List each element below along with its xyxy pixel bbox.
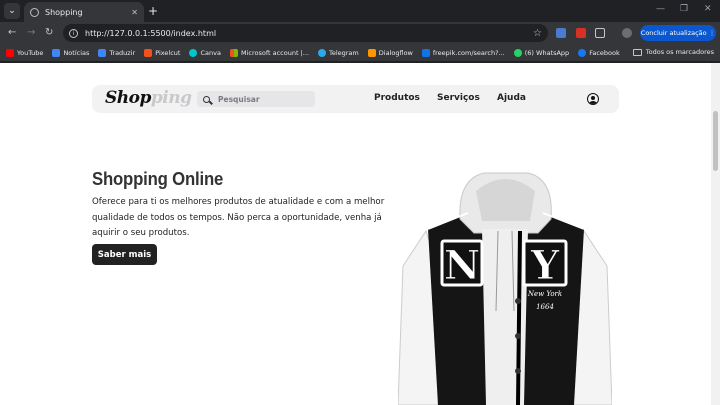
back-icon[interactable]: ← xyxy=(8,26,16,40)
globe-icon xyxy=(30,7,39,17)
user-head xyxy=(591,96,595,100)
extension-pdf-icon[interactable] xyxy=(576,28,586,38)
bookmark-label: Microsoft account |... xyxy=(240,48,309,57)
dialogflow-icon xyxy=(367,48,376,57)
address-bar[interactable]: i http://127.0.0.1:5500/index.html ☆ xyxy=(63,24,548,42)
nav-link-produtos[interactable]: Produtos xyxy=(374,93,420,103)
freepik-icon xyxy=(421,48,430,57)
folder-icon xyxy=(632,48,642,56)
nav-link-ajuda[interactable]: Ajuda xyxy=(497,93,526,103)
bookmark-freepik[interactable]: freepik.com/search?... xyxy=(421,48,505,57)
update-button[interactable]: Concluir atualização ⋮ xyxy=(640,25,716,41)
bookmark-pixelcut[interactable]: Pixelcut xyxy=(144,48,181,57)
hero-description: Oferece para ti os melhores produtos de … xyxy=(92,197,385,238)
jacket-script: New York xyxy=(527,290,562,298)
bookmark-star-icon[interactable]: ☆ xyxy=(533,28,542,39)
reload-icon[interactable]: ↻ xyxy=(45,26,53,40)
page-viewport: Shopping Produtos Serviços Ajuda Shoppin… xyxy=(0,63,720,405)
search-icon xyxy=(203,95,210,103)
bookmark-label: Telegram xyxy=(328,48,359,57)
bookmark-label: freepik.com/search?... xyxy=(432,48,505,57)
site-navbar: Shopping Produtos Serviços Ajuda xyxy=(92,85,619,113)
bookmark-label: (6) WhatsApp xyxy=(524,48,570,57)
whatsapp-icon xyxy=(513,48,522,57)
bookmark-microsoft[interactable]: Microsoft account |... xyxy=(229,48,309,57)
maximize-icon[interactable]: ❐ xyxy=(680,4,688,14)
all-bookmarks[interactable]: Todos os marcadores xyxy=(632,48,714,56)
saber-mais-button[interactable]: Saber mais xyxy=(92,244,157,265)
page-scrollbar[interactable] xyxy=(711,63,720,405)
bookmark-whatsapp[interactable]: (6) WhatsApp xyxy=(513,48,570,57)
news-icon xyxy=(52,48,61,57)
bookmark-label: Notícias xyxy=(63,48,90,57)
bookmark-traduzir[interactable]: Traduzir xyxy=(98,48,136,57)
canva-icon xyxy=(189,48,198,57)
user-account-icon[interactable] xyxy=(587,93,599,105)
minimize-icon[interactable]: — xyxy=(656,4,665,14)
close-icon[interactable]: ✕ xyxy=(131,8,138,17)
telegram-icon xyxy=(317,48,326,57)
update-button-label: Concluir atualização xyxy=(640,29,707,37)
bookmark-label: Pixelcut xyxy=(155,48,181,57)
bookmark-noticias[interactable]: Notícias xyxy=(52,48,90,57)
tab-strip: ⌄ Shopping ✕ + — ❐ ✕ xyxy=(0,0,720,22)
url-text[interactable]: http://127.0.0.1:5500/index.html xyxy=(85,29,533,38)
facebook-icon xyxy=(578,48,587,57)
jacket-letter-n: N xyxy=(444,242,481,289)
user-body xyxy=(589,101,597,104)
microsoft-icon xyxy=(229,48,238,57)
youtube-icon xyxy=(6,48,14,57)
jacket-letter-y: Y xyxy=(530,242,560,289)
bookmark-label: Facebook xyxy=(589,48,620,57)
site-info-icon[interactable]: i xyxy=(69,28,78,38)
browser-tab[interactable]: Shopping ✕ xyxy=(24,2,144,22)
site-logo[interactable]: Shopping xyxy=(105,88,192,108)
scrollbar-thumb[interactable] xyxy=(713,111,718,171)
translate-icon xyxy=(98,48,107,57)
bookmark-facebook[interactable]: Facebook xyxy=(578,48,620,57)
hero-title: Shopping Online xyxy=(92,169,224,189)
bookmark-label: Dialogflow xyxy=(378,48,413,57)
bookmark-canva[interactable]: Canva xyxy=(189,48,221,57)
bookmark-label: Canva xyxy=(200,48,221,57)
bookmark-youtube[interactable]: YouTube xyxy=(6,48,44,57)
search-box[interactable] xyxy=(197,91,315,107)
extensions-puzzle-icon[interactable] xyxy=(595,28,605,38)
window-close-icon[interactable]: ✕ xyxy=(704,4,712,14)
bookmark-telegram[interactable]: Telegram xyxy=(317,48,359,57)
new-tab-icon[interactable]: + xyxy=(148,4,158,18)
jacket-number: 1664 xyxy=(536,303,554,311)
logo-faded: ping xyxy=(150,88,192,108)
browser-toolbar: ← → ↻ i http://127.0.0.1:5500/index.html… xyxy=(0,22,720,44)
nav-link-servicos[interactable]: Serviços xyxy=(437,93,480,103)
tab-title: Shopping xyxy=(45,7,83,17)
extension-icon[interactable] xyxy=(556,28,566,38)
forward-icon[interactable]: → xyxy=(27,26,35,40)
jacket-image: N Y New York 1664 xyxy=(398,172,612,405)
pixelcut-icon xyxy=(144,48,153,57)
bookmark-dialogflow[interactable]: Dialogflow xyxy=(367,48,413,57)
bookmark-label: YouTube xyxy=(17,48,44,57)
all-bookmarks-label: Todos os marcadores xyxy=(645,48,714,56)
bookmark-label: Traduzir xyxy=(109,48,136,57)
bookmarks-bar: YouTube Notícias Traduzir Pixelcut Canva… xyxy=(0,44,720,62)
browser-window: ⌄ Shopping ✕ + — ❐ ✕ ← → ↻ i http://127.… xyxy=(0,0,720,405)
profile-icon[interactable] xyxy=(622,28,632,38)
tab-search-icon[interactable]: ⌄ xyxy=(4,3,20,19)
logo-main: Shop xyxy=(105,88,151,108)
search-input[interactable] xyxy=(218,94,308,104)
